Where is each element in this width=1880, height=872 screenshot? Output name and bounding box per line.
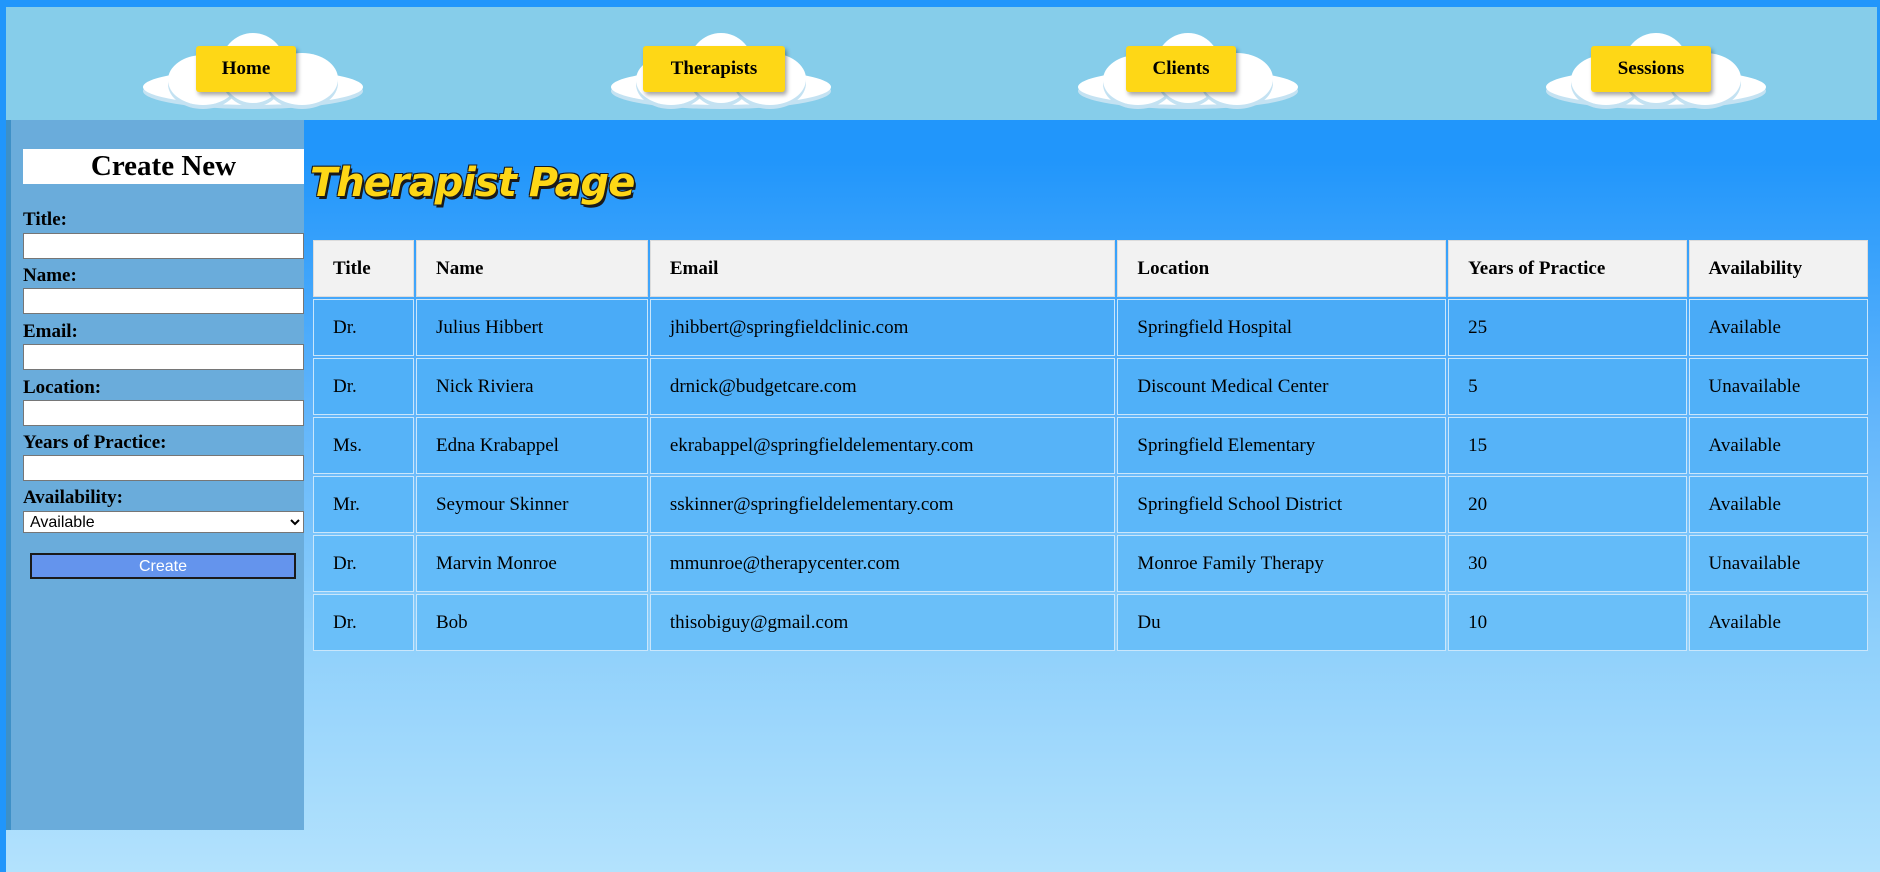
cell-title: Ms. [313,417,414,474]
cell-location: Springfield Elementary [1117,417,1447,474]
top-nav: Home Therapists Clients Sessions [6,6,1877,120]
table-row: Dr. Marvin Monroe mmunroe@therapycenter.… [313,535,1868,592]
cell-title: Dr. [313,358,414,415]
cell-years: 25 [1448,299,1687,356]
name-input[interactable] [23,288,304,314]
nav-item-clients: Clients [1073,27,1303,113]
cell-name: Marvin Monroe [415,535,648,592]
cell-email: sskinner@springfieldelementary.com [649,476,1116,533]
clients-button[interactable]: Clients [1126,46,1236,92]
cell-location: Springfield Hospital [1117,299,1447,356]
nav-item-home: Home [138,27,368,113]
therapists-table: Title Name Email Location Years of Pract… [311,238,1870,653]
table-row: Mr. Seymour Skinner sskinner@springfield… [313,476,1868,533]
table-row: Dr. Bob thisobiguy@gmail.com Du 10 Avail… [313,594,1868,651]
column-header-years: Years of Practice [1448,240,1687,297]
cell-title: Dr. [313,535,414,592]
cell-email: drnick@budgetcare.com [649,358,1116,415]
cell-years: 30 [1448,535,1687,592]
cell-title: Mr. [313,476,414,533]
table-row: Dr. Julius Hibbert jhibbert@springfieldc… [313,299,1868,356]
cell-years: 15 [1448,417,1687,474]
availability-label: Availability: [23,487,123,508]
cell-years: 10 [1448,594,1687,651]
page: Home Therapists Clients Sessions Create … [0,0,1880,872]
cell-location: Discount Medical Center [1117,358,1447,415]
cell-name: Nick Riviera [415,358,648,415]
cell-location: Monroe Family Therapy [1117,535,1447,592]
cell-email: ekrabappel@springfieldelementary.com [649,417,1116,474]
home-button[interactable]: Home [196,46,296,92]
nav-item-therapists: Therapists [606,27,836,113]
column-header-name: Name [415,240,648,297]
sessions-button[interactable]: Sessions [1591,46,1711,92]
table-header-row: Title Name Email Location Years of Pract… [313,240,1868,297]
email-label: Email: [23,321,78,342]
cell-availability: Available [1688,476,1868,533]
create-new-heading: Create New [23,149,304,184]
cell-email: jhibbert@springfieldclinic.com [649,299,1116,356]
column-header-email: Email [649,240,1116,297]
email-input[interactable] [23,344,304,370]
cell-availability: Unavailable [1688,358,1868,415]
page-title: Therapist Page [310,160,635,206]
cell-title: Dr. [313,299,414,356]
column-header-location: Location [1117,240,1447,297]
cell-location: Du [1117,594,1447,651]
cell-email: thisobiguy@gmail.com [649,594,1116,651]
cell-availability: Available [1688,299,1868,356]
cell-availability: Unavailable [1688,535,1868,592]
cell-location: Springfield School District [1117,476,1447,533]
name-label: Name: [23,265,77,286]
cell-name: Bob [415,594,648,651]
create-sidebar: Create New Title: Name: Email: Location:… [6,120,304,830]
location-input[interactable] [23,400,304,426]
cell-years: 5 [1448,358,1687,415]
cell-availability: Available [1688,594,1868,651]
title-input[interactable] [23,233,304,259]
therapists-button[interactable]: Therapists [643,46,785,92]
column-header-availability: Availability [1688,240,1868,297]
availability-select[interactable]: Available [23,511,304,533]
create-button[interactable]: Create [30,553,296,579]
table-row: Dr. Nick Riviera drnick@budgetcare.com D… [313,358,1868,415]
title-label: Title: [23,209,67,230]
cell-years: 20 [1448,476,1687,533]
cell-email: mmunroe@therapycenter.com [649,535,1116,592]
location-label: Location: [23,377,102,398]
years-of-practice-input[interactable] [23,455,304,481]
nav-item-sessions: Sessions [1541,27,1771,113]
cell-name: Edna Krabappel [415,417,648,474]
years-of-practice-label: Years of Practice: [23,432,167,453]
table-row: Ms. Edna Krabappel ekrabappel@springfiel… [313,417,1868,474]
cell-name: Julius Hibbert [415,299,648,356]
cell-name: Seymour Skinner [415,476,648,533]
cell-availability: Available [1688,417,1868,474]
column-header-title: Title [313,240,414,297]
cell-title: Dr. [313,594,414,651]
